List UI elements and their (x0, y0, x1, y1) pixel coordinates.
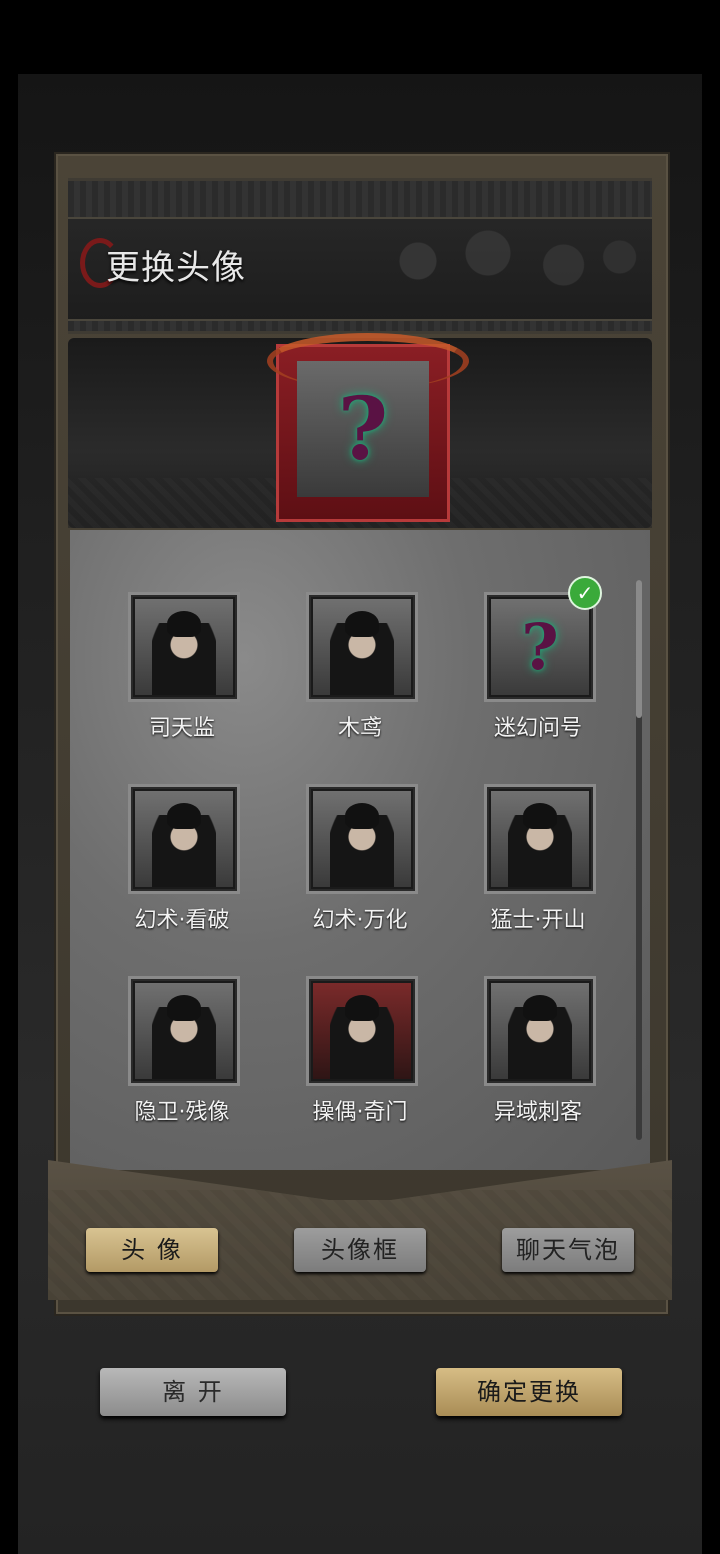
avatar-label: 隐卫·残像 (134, 1100, 230, 1125)
avatar-label: 幻术·看破 (134, 908, 230, 933)
confirm-change-button[interactable]: 确定更换 (436, 1368, 622, 1416)
avatar-portrait (135, 983, 233, 1079)
avatar-frame (484, 976, 596, 1086)
avatar-frame (128, 592, 240, 702)
avatar-label: 司天监 (148, 716, 215, 741)
scrollbar-thumb[interactable] (636, 580, 642, 718)
avatar-item-selected[interactable]: ? ✓ 迷幻问号 (478, 576, 602, 742)
avatar-portrait (313, 791, 411, 887)
avatar-label: 操偶·奇门 (312, 1100, 408, 1125)
tab-chat-bubble[interactable]: 聊天气泡 (502, 1228, 634, 1272)
question-mark-icon: ? (337, 378, 389, 480)
avatar-portrait (135, 791, 233, 887)
avatar-item[interactable]: 司天监 (122, 592, 242, 742)
avatar-item[interactable]: 隐卫·残像 (122, 976, 242, 1126)
header-stripe-top (68, 181, 652, 219)
avatar-item[interactable]: 异域刺客 (478, 976, 598, 1126)
avatar-portrait (313, 599, 411, 695)
avatar-portrait: ? (491, 599, 589, 695)
avatar-frame (128, 976, 240, 1086)
avatar-item[interactable]: 幻术·万化 (300, 784, 420, 934)
avatar-label: 迷幻问号 (493, 716, 582, 741)
question-mark-icon: ? (521, 609, 559, 685)
avatar-portrait (313, 983, 411, 1079)
avatar-label: 木鸢 (337, 716, 382, 741)
avatar-frame (128, 784, 240, 894)
header-stripe-bottom (68, 319, 652, 331)
page-title: 更换头像 (106, 248, 246, 288)
selected-check-icon: ✓ (568, 576, 602, 610)
avatar-frame (306, 784, 418, 894)
preview-avatar-image: ? (297, 361, 429, 497)
avatar-frame (484, 784, 596, 894)
avatar-frame (306, 976, 418, 1086)
scrollbar[interactable] (636, 580, 642, 1140)
avatar-item[interactable]: 幻术·看破 (122, 784, 242, 934)
tab-avatar-frame[interactable]: 头像框 (294, 1228, 426, 1272)
tab-avatar[interactable]: 头 像 (86, 1228, 218, 1272)
avatar-item[interactable]: 猛士·开山 (478, 784, 598, 934)
avatar-portrait (135, 599, 233, 695)
avatar-label: 幻术·万化 (312, 908, 408, 933)
current-avatar-preview: ? (267, 333, 469, 522)
cloud-ornament-icon (362, 221, 642, 301)
avatar-label: 异域刺客 (493, 1100, 582, 1125)
avatar-portrait (491, 791, 589, 887)
avatar-item[interactable]: 木鸢 (300, 592, 420, 742)
avatar-item[interactable]: 操偶·奇门 (300, 976, 420, 1126)
avatar-label: 猛士·开山 (490, 908, 586, 933)
avatar-frame (306, 592, 418, 702)
leave-button[interactable]: 离 开 (100, 1368, 286, 1416)
avatar-portrait (491, 983, 589, 1079)
